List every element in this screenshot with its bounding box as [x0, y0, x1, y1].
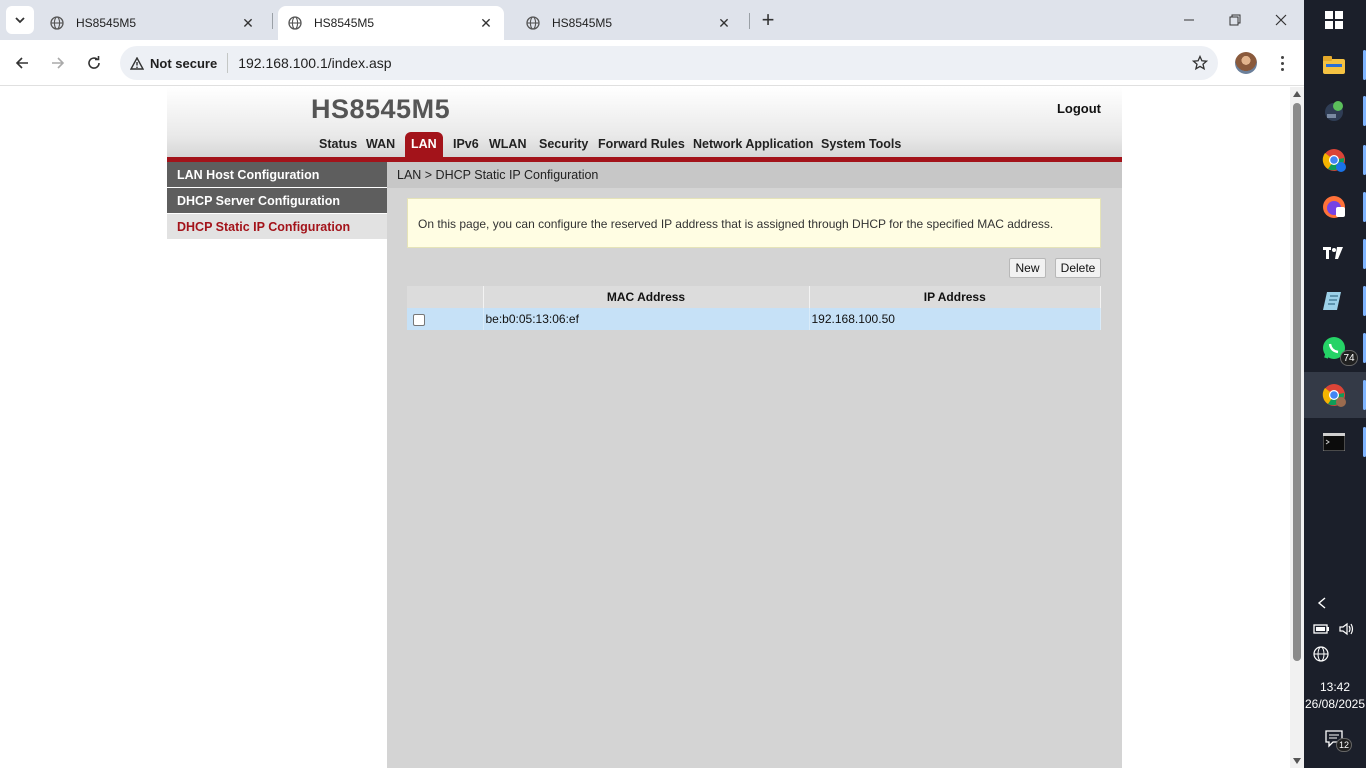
close-icon[interactable]: ✕ — [240, 15, 256, 31]
tab-title: HS8545M5 — [552, 16, 613, 30]
close-icon — [1275, 14, 1287, 26]
delete-button[interactable]: Delete — [1055, 258, 1101, 278]
scroll-up-arrow-icon[interactable] — [1293, 91, 1301, 97]
notes-app-icon[interactable] — [1321, 288, 1347, 314]
tab-title: HS8545M5 — [76, 16, 137, 30]
clock-time[interactable]: 13:42 — [1304, 680, 1366, 694]
nav-wlan[interactable]: WLAN — [489, 132, 527, 157]
close-window-button[interactable] — [1258, 0, 1304, 40]
browser-menu-button[interactable] — [1272, 52, 1292, 74]
nav-forward-rules[interactable]: Forward Rules — [598, 132, 685, 157]
globe-icon — [288, 15, 304, 31]
breadcrumb: LAN > DHCP Static IP Configuration — [387, 162, 1122, 188]
nav-security[interactable]: Security — [539, 132, 588, 157]
restore-button[interactable] — [1212, 0, 1258, 40]
tab-title: HS8545M5 — [314, 16, 375, 30]
table-row[interactable]: be:b0:05:13:06:ef 192.168.100.50 — [407, 308, 1101, 330]
plus-icon: + — [761, 7, 775, 32]
browser-tab-strip: HS8545M5 ✕ HS8545M5 ✕ HS8545M5 ✕ + — [0, 0, 1304, 40]
windows-taskbar: 74 13:42 26/08/2025 12 — [1304, 0, 1366, 768]
tab-separator — [272, 13, 273, 29]
whatsapp-badge: 74 — [1340, 350, 1358, 366]
scroll-down-arrow-icon[interactable] — [1293, 758, 1301, 764]
sidebar-item-lan-host-configuration[interactable]: LAN Host Configuration — [167, 162, 387, 188]
notifications-badge: 12 — [1336, 738, 1352, 752]
new-button[interactable]: New — [1009, 258, 1046, 278]
chrome-icon[interactable] — [1321, 382, 1347, 408]
restore-icon — [1229, 14, 1241, 26]
star-icon — [1192, 55, 1208, 71]
globe-icon — [526, 15, 542, 31]
info-notice: On this page, you can configure the rese… — [407, 198, 1101, 248]
sidebar-item-dhcp-static-ip-configuration[interactable]: DHCP Static IP Configuration — [167, 214, 387, 240]
main-content: LAN > DHCP Static IP Configuration On th… — [387, 162, 1122, 768]
page-viewport: HS8545M5 Logout Status WAN LAN IPv6 WLAN… — [0, 87, 1290, 768]
mac-address-cell: be:b0:05:13:06:ef — [483, 308, 810, 330]
nav-status[interactable]: Status — [319, 132, 357, 157]
start-button[interactable] — [1321, 7, 1347, 33]
new-tab-button[interactable]: + — [756, 7, 780, 32]
profile-avatar[interactable] — [1235, 52, 1257, 74]
row-checkbox[interactable] — [413, 313, 425, 326]
table-header-row: MAC Address IP Address — [407, 286, 1101, 308]
nav-network-application[interactable]: Network Application — [693, 132, 813, 157]
ip-address-cell: 192.168.100.50 — [809, 308, 1101, 330]
site-info-button[interactable]: Not secure — [130, 53, 229, 73]
router-page: HS8545M5 Logout Status WAN LAN IPv6 WLAN… — [167, 87, 1122, 768]
arrow-left-icon — [15, 57, 28, 69]
clock-date[interactable]: 26/08/2025 — [1304, 697, 1366, 711]
chevron-left-icon[interactable] — [1316, 596, 1328, 613]
browser-tab-1[interactable]: HS8545M5 ✕ — [40, 6, 266, 40]
router-header: HS8545M5 Logout Status WAN LAN IPv6 WLAN… — [167, 87, 1122, 157]
warning-icon — [130, 56, 144, 70]
forward-button[interactable] — [44, 49, 72, 77]
browser-tab-2-active[interactable]: HS8545M5 ✕ — [278, 6, 504, 40]
minimize-button[interactable] — [1166, 0, 1212, 40]
windows-logo-icon — [1325, 11, 1343, 29]
sidebar: LAN Host Configuration DHCP Server Confi… — [167, 162, 387, 768]
ip-address-column-header: IP Address — [809, 286, 1101, 308]
terminal-icon[interactable] — [1321, 429, 1347, 455]
row-select-cell — [407, 308, 484, 330]
tab-separator — [749, 13, 750, 29]
file-explorer-icon[interactable] — [1321, 52, 1347, 78]
tradingview-icon[interactable] — [1321, 241, 1347, 267]
scrollbar-thumb[interactable] — [1293, 103, 1301, 661]
tab-search-button[interactable] — [6, 6, 34, 34]
network-app-icon[interactable] — [1321, 98, 1347, 124]
address-bar[interactable]: Not secure 192.168.100.1/index.asp — [120, 46, 1218, 80]
browser-tab-3[interactable]: HS8545M5 ✕ — [516, 6, 742, 40]
close-icon[interactable]: ✕ — [478, 15, 494, 31]
nav-system-tools[interactable]: System Tools — [821, 132, 901, 157]
security-label: Not secure — [150, 55, 218, 71]
logout-link[interactable]: Logout — [1057, 101, 1101, 116]
globe-icon — [50, 15, 66, 31]
back-button[interactable] — [8, 49, 36, 77]
router-model-title: HS8545M5 — [311, 94, 451, 124]
chevron-down-icon — [15, 17, 25, 24]
nav-lan[interactable]: LAN — [405, 132, 443, 157]
screen: HS8545M5 ✕ HS8545M5 ✕ HS8545M5 ✕ + Not s… — [0, 0, 1366, 768]
url-text[interactable]: 192.168.100.1/index.asp — [238, 55, 391, 71]
minimize-icon — [1184, 19, 1194, 21]
network-globe-icon[interactable] — [1313, 646, 1331, 667]
reload-button[interactable] — [80, 49, 108, 77]
nav-wan[interactable]: WAN — [366, 132, 395, 157]
chrome-profile-icon[interactable] — [1321, 147, 1347, 173]
mac-address-column-header: MAC Address — [483, 286, 810, 308]
reload-icon — [88, 56, 100, 69]
close-icon[interactable]: ✕ — [716, 15, 732, 31]
bookmark-button[interactable] — [1190, 53, 1210, 73]
battery-icon[interactable] — [1313, 622, 1331, 639]
volume-icon[interactable] — [1338, 622, 1356, 639]
static-ip-table: MAC Address IP Address be:b0:05:13:06:ef… — [407, 286, 1101, 330]
page-scrollbar[interactable] — [1290, 87, 1304, 768]
firefox-icon[interactable] — [1321, 194, 1347, 220]
select-column-header — [407, 286, 484, 308]
browser-toolbar: Not secure 192.168.100.1/index.asp — [0, 40, 1304, 86]
nav-ipv6[interactable]: IPv6 — [453, 132, 479, 157]
sidebar-item-dhcp-server-configuration[interactable]: DHCP Server Configuration — [167, 188, 387, 214]
arrow-right-icon — [52, 57, 65, 69]
